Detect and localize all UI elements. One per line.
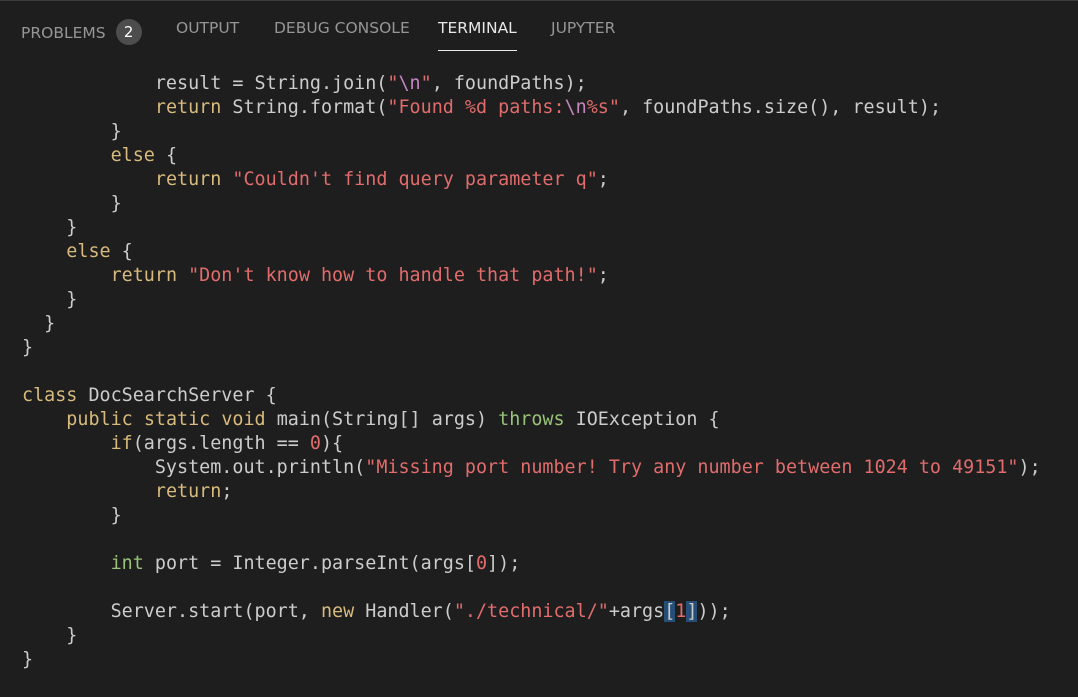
code-line: } (22, 313, 56, 334)
tab-debug-console[interactable]: DEBUG CONSOLE (274, 19, 410, 51)
code-line: return String.format("Found %d paths:\n%… (154, 97, 942, 118)
code-line: } (22, 337, 34, 358)
code-line: } (22, 121, 122, 142)
code-line: return; (154, 481, 233, 502)
code-line: int port = Integer.parseInt(args[0]); (110, 553, 521, 574)
code-line: else { (66, 241, 133, 262)
code-line: } (22, 289, 78, 310)
code-line: } (22, 625, 78, 646)
code-line: if(args.length == 0){ (110, 433, 344, 454)
code-line: System.out.println("Missing port number!… (22, 457, 1041, 478)
problems-count-badge: 2 (115, 19, 142, 45)
tab-output[interactable]: OUTPUT (176, 19, 239, 51)
tab-problems-label: PROBLEMS (21, 24, 106, 42)
tab-terminal-label: TERMINAL (438, 19, 517, 37)
panel-tab-bar: PROBLEMS 2 OUTPUT DEBUG CONSOLE TERMINAL … (0, 1, 1078, 61)
tab-jupyter-label: JUPYTER (551, 19, 616, 37)
terminal-panel: PROBLEMS 2 OUTPUT DEBUG CONSOLE TERMINAL … (0, 0, 1078, 697)
tab-debug-console-label: DEBUG CONSOLE (274, 19, 410, 37)
code-line: } (22, 217, 78, 238)
code-line: public static void main(String[] args) t… (66, 409, 720, 430)
code-line: class DocSearchServer { (22, 385, 277, 406)
code-line: result = String.join("\n", foundPaths); (22, 73, 587, 94)
code-line: } (22, 193, 122, 214)
code-line: else { (110, 145, 178, 166)
code-line: return "Couldn't find query parameter q"… (154, 169, 609, 190)
tab-jupyter[interactable]: JUPYTER (551, 19, 615, 51)
code-line: } (22, 505, 122, 526)
code-line: Server.start(port, new Handler("./techni… (22, 601, 731, 622)
tab-output-label: OUTPUT (176, 19, 240, 37)
code-line: } (22, 649, 34, 670)
terminal-code-area[interactable]: result = String.join("\n", foundPaths); … (22, 72, 1041, 672)
tab-terminal[interactable]: TERMINAL (438, 19, 517, 51)
code-line: return "Don't know how to handle that pa… (110, 265, 609, 286)
tab-problems[interactable]: PROBLEMS 2 (21, 19, 142, 51)
